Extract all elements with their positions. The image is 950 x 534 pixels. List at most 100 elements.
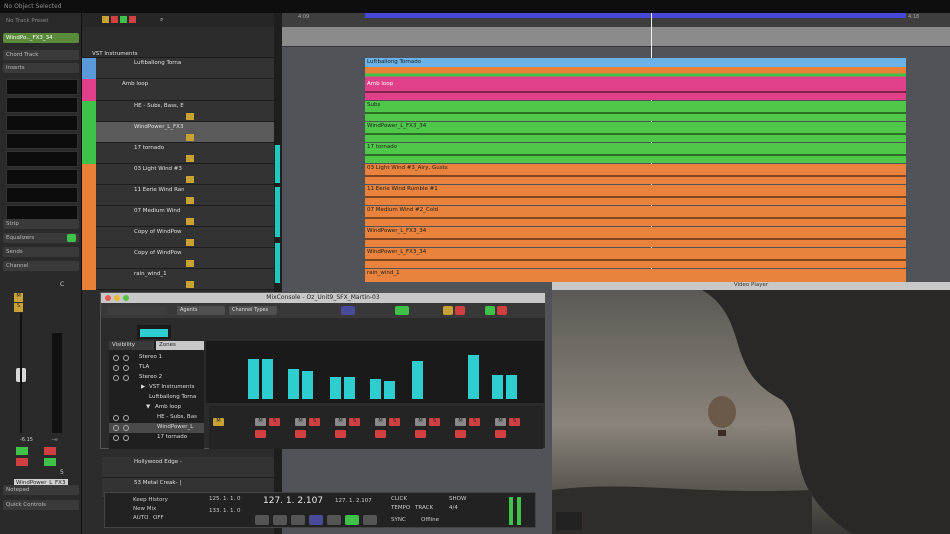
track-row-selected[interactable]: WindPower_L_FX3 xyxy=(82,122,275,143)
record-button[interactable] xyxy=(295,430,306,438)
play-button[interactable] xyxy=(345,515,359,525)
show-label[interactable]: SHOW xyxy=(449,496,466,502)
solo-button[interactable]: S xyxy=(469,418,480,426)
disclosure-icon[interactable]: ▶ xyxy=(141,384,145,390)
edit-button[interactable] xyxy=(186,281,194,288)
visibility-toggle-icon[interactable] xyxy=(113,425,119,431)
zone-item[interactable]: Stereo 1 xyxy=(109,353,204,363)
chord-track-section[interactable]: Chord Track xyxy=(3,50,79,60)
visibility-toggle-icon[interactable] xyxy=(113,415,119,421)
rewind-button[interactable] xyxy=(341,306,355,315)
zone-item[interactable]: 17 tornado xyxy=(109,433,204,443)
channel-section[interactable]: Channel xyxy=(3,261,79,271)
audio-event[interactable]: Subs xyxy=(365,101,906,121)
agents-button[interactable]: Agents xyxy=(177,306,225,315)
track-row[interactable]: Copy of WindPow xyxy=(82,227,275,248)
zoom-window-icon[interactable] xyxy=(123,295,129,301)
new-mix-label[interactable]: New Mix xyxy=(133,506,156,512)
history-field[interactable] xyxy=(107,306,167,315)
stop-button[interactable] xyxy=(327,515,341,525)
mute-global-button[interactable] xyxy=(443,306,453,315)
edit-button[interactable] xyxy=(186,113,194,120)
track-row[interactable]: 11 Eerie Wind Ran xyxy=(82,185,275,206)
folder-part[interactable]: Luftballong Tornado xyxy=(365,58,906,80)
mute-button[interactable]: M xyxy=(213,418,224,426)
track-row[interactable]: Copy of WindPow xyxy=(82,248,275,269)
loop-button[interactable] xyxy=(309,515,323,525)
mute-button[interactable]: M xyxy=(455,418,466,426)
zone-item[interactable]: ▼ Amb loop xyxy=(109,403,204,413)
record-button[interactable] xyxy=(495,430,506,438)
track-preset[interactable]: No Track Preset xyxy=(3,16,79,26)
track-row[interactable]: rain_wind_1 xyxy=(82,269,275,290)
insert-slot[interactable] xyxy=(6,169,78,185)
solo-button[interactable]: S xyxy=(14,303,23,312)
zone-item-selected[interactable]: WindPower_L xyxy=(109,423,204,433)
automation-mode[interactable]: AUTO xyxy=(133,515,148,521)
pan-value[interactable]: C xyxy=(60,281,64,288)
read-global-button[interactable] xyxy=(485,306,495,315)
notepad-section[interactable]: Notepad xyxy=(3,485,79,495)
play-button[interactable] xyxy=(395,306,409,315)
solo-button[interactable]: S xyxy=(429,418,440,426)
right-locator[interactable]: 133. 1. 1. 0 xyxy=(209,508,241,514)
mute-all-icon[interactable] xyxy=(102,16,109,23)
mute-button[interactable]: M xyxy=(255,418,266,426)
mute-button[interactable]: M xyxy=(14,293,23,302)
solo-all-icon[interactable] xyxy=(111,16,118,23)
read-all-icon[interactable] xyxy=(120,16,127,23)
sends-section[interactable]: Sends xyxy=(3,247,79,257)
automation-off[interactable]: OFF xyxy=(153,515,164,521)
tempo-label[interactable]: TEMPO xyxy=(391,505,410,511)
audio-event[interactable]: 03 Light Wind #3_Airy, Gusts xyxy=(365,164,906,184)
zone-item[interactable]: Luftballong Torna xyxy=(109,393,204,403)
cycle-button[interactable] xyxy=(255,515,269,525)
inspector-track-name[interactable]: WindPo.._FX3_34 xyxy=(3,33,79,43)
insert-slot[interactable] xyxy=(6,151,78,167)
primary-time-display[interactable]: 127. 1. 2.107 xyxy=(263,496,323,506)
inserts-section[interactable]: Inserts xyxy=(3,63,79,73)
edit-button[interactable] xyxy=(186,260,194,267)
zones-tab[interactable]: Zones xyxy=(156,341,204,350)
zone-item[interactable]: Stereo 2 xyxy=(109,373,204,383)
edit-button[interactable] xyxy=(186,134,194,141)
visibility-toggle-icon[interactable] xyxy=(113,375,119,381)
audio-event[interactable]: WindPower_L_FX3_34 xyxy=(365,122,906,142)
keep-history-label[interactable]: Keep History xyxy=(133,497,168,503)
track-row[interactable]: 17 tornado xyxy=(82,143,275,164)
mixconsole-window[interactable]: MixConsole - Oz_Unit9_SFX_Martin-03 Agen… xyxy=(100,292,546,449)
mute-button[interactable]: M xyxy=(495,418,506,426)
quick-controls-section[interactable]: Quick Controls xyxy=(3,500,79,510)
zone-item[interactable]: TLA xyxy=(109,363,204,373)
audio-event[interactable]: Amb loop xyxy=(365,80,906,100)
audio-event[interactable]: WindPower_L_FX3_34 xyxy=(365,248,906,268)
solo-button[interactable]: S xyxy=(349,418,360,426)
record-button[interactable] xyxy=(335,430,346,438)
secondary-time-display[interactable]: 127. 1. 2.107 xyxy=(335,498,372,504)
write-all-icon[interactable] xyxy=(129,16,136,23)
eq-power-icon[interactable] xyxy=(67,234,76,242)
audio-event[interactable]: rain_wind_1 xyxy=(365,269,906,282)
track-row[interactable]: Luftballong Torna xyxy=(82,58,275,79)
record-button[interactable] xyxy=(455,430,466,438)
visibility-toggle-icon[interactable] xyxy=(113,435,119,441)
visibility-toggle-icon[interactable] xyxy=(123,365,129,371)
search-icon[interactable]: ⌕ xyxy=(160,16,163,24)
solo-button[interactable]: S xyxy=(509,418,520,426)
audio-event[interactable]: 07 Medium Wind #2_Cold xyxy=(365,206,906,226)
minimize-window-icon[interactable] xyxy=(114,295,120,301)
visibility-toggle-icon[interactable] xyxy=(123,425,129,431)
visibility-toggle-icon[interactable] xyxy=(123,435,129,441)
mute-button[interactable]: M xyxy=(415,418,426,426)
insert-slot[interactable] xyxy=(6,115,78,131)
folder-track[interactable]: VST Instruments xyxy=(82,50,275,58)
solo-button[interactable]: S xyxy=(389,418,400,426)
video-player-window[interactable]: Video Player xyxy=(552,282,950,534)
forward-button[interactable] xyxy=(291,515,305,525)
solo-global-button[interactable] xyxy=(455,306,465,315)
channel-types-button[interactable]: Channel Types xyxy=(229,306,277,315)
track-row[interactable]: Hollywood Edge - xyxy=(102,457,275,478)
visibility-toggle-icon[interactable] xyxy=(123,375,129,381)
visibility-toggle-icon[interactable] xyxy=(123,355,129,361)
loop-range[interactable] xyxy=(365,13,906,18)
